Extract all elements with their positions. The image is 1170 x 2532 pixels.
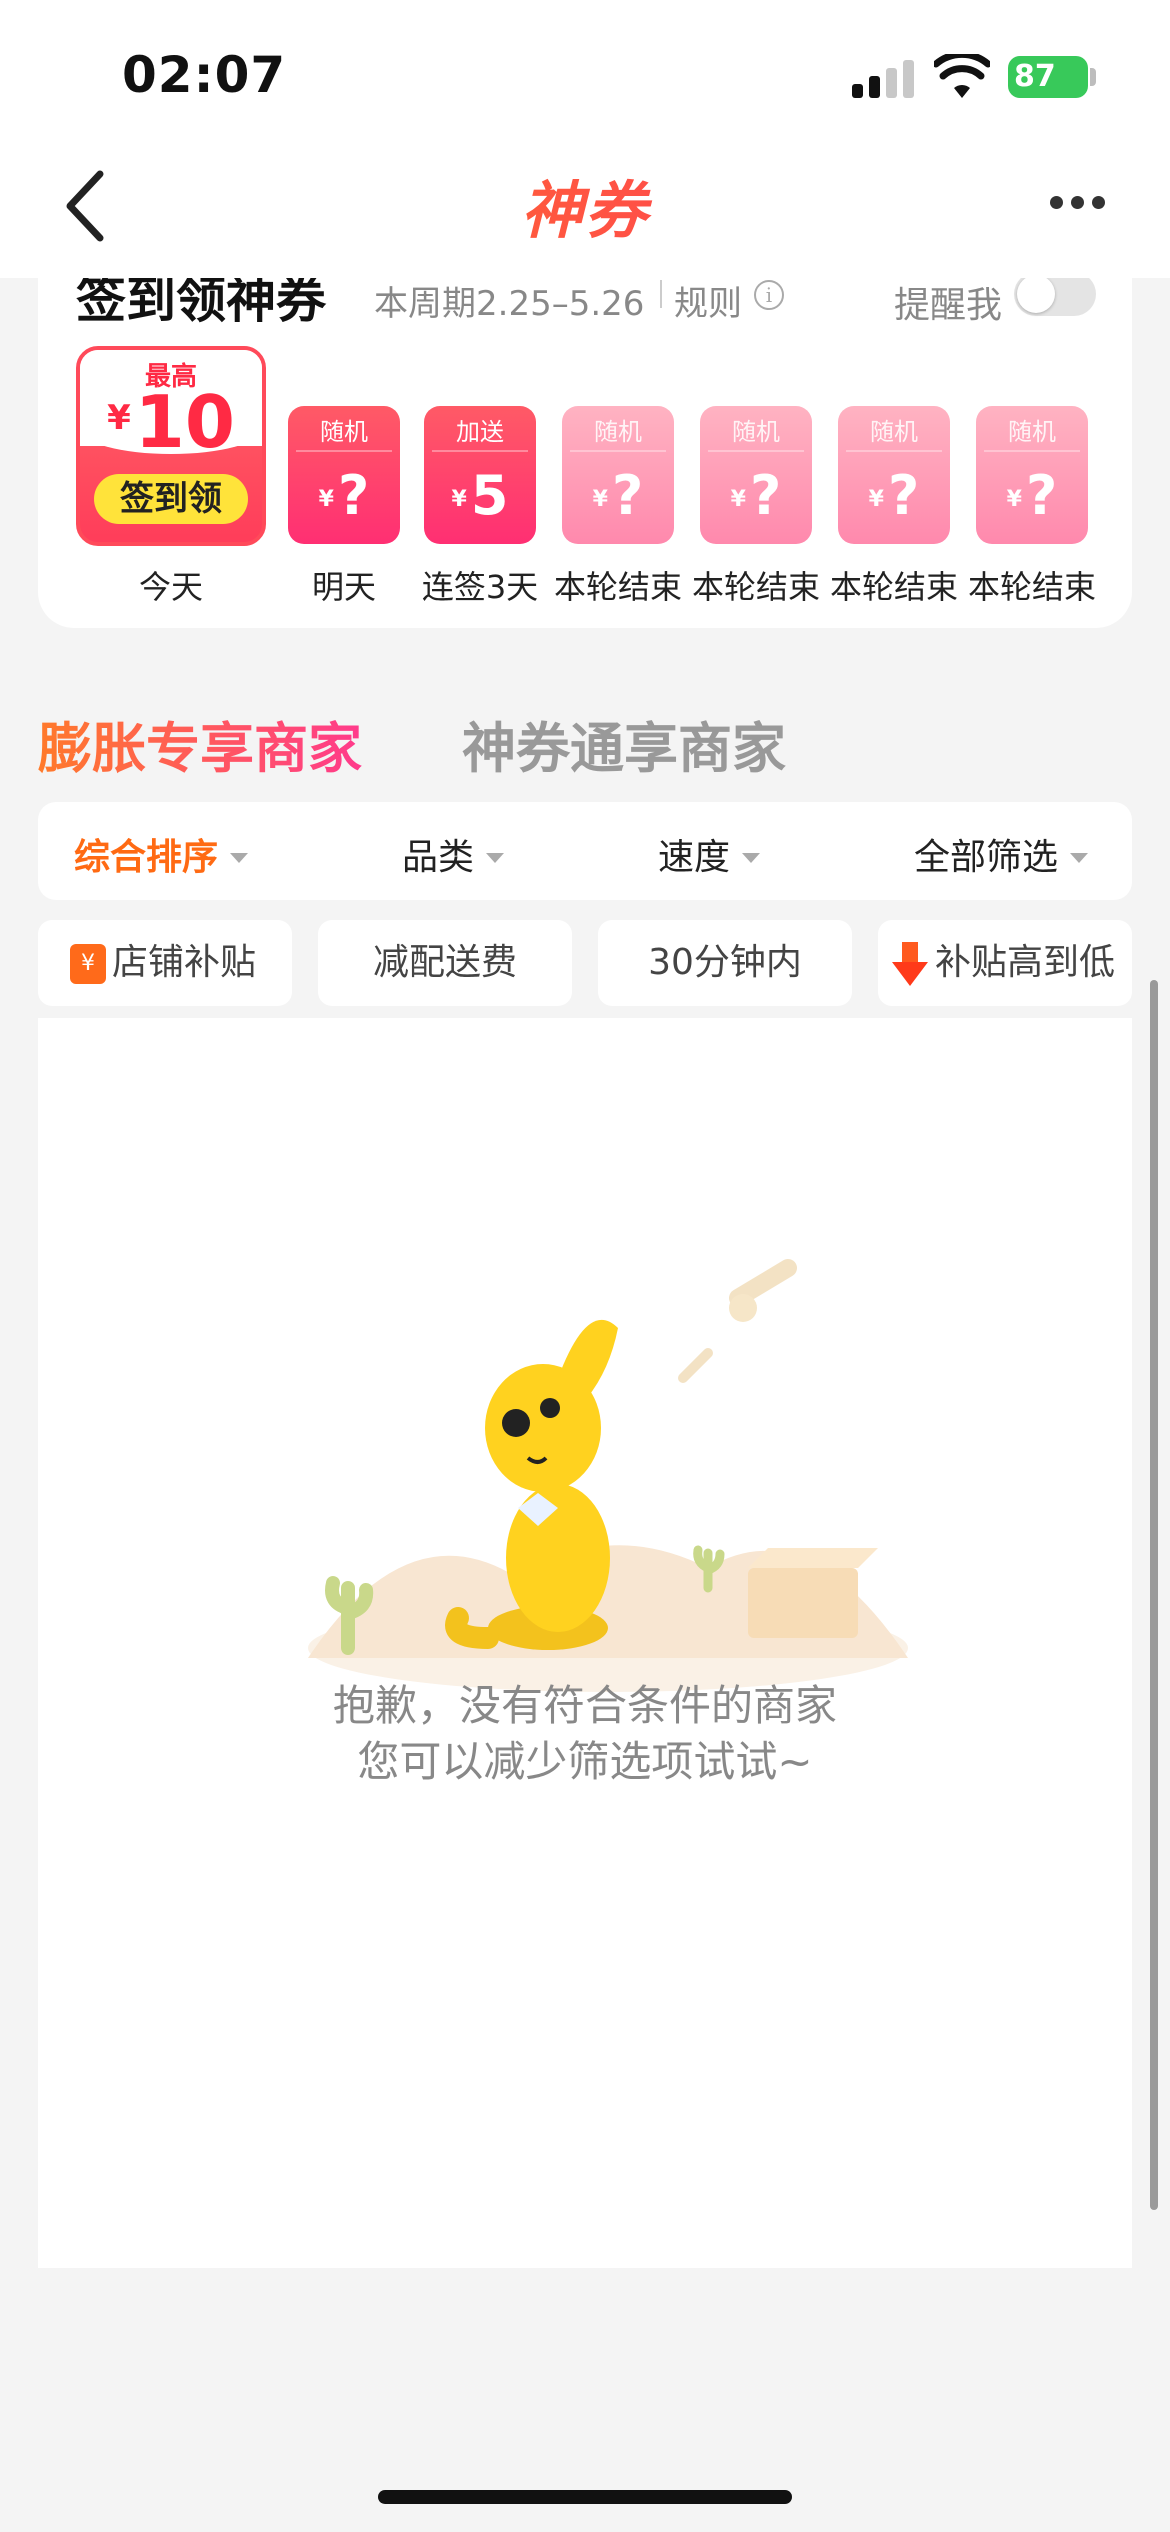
coupon-amount: ? <box>337 464 370 527</box>
day-coupon: 随机 ¥? <box>976 406 1088 544</box>
chip-label: 店铺补贴 <box>111 942 256 983</box>
filter-speed[interactable]: 速度 <box>658 828 761 880</box>
day-coupon: 加送 ¥5 <box>424 406 536 544</box>
coupon-tag: 随机 <box>1008 418 1056 446</box>
coupon-divider <box>570 450 666 452</box>
shop-subsidy-icon: ¥ <box>70 944 106 984</box>
chip-shop-subsidy[interactable]: ¥ 店铺补贴 <box>38 920 292 1006</box>
coupon-value: ¥5 <box>424 464 536 527</box>
filter-bar: 综合排序 品类 速度 全部筛选 <box>38 802 1132 900</box>
filter-sort[interactable]: 综合排序 <box>74 828 249 880</box>
battery-indicator: 87 <box>1008 56 1088 98</box>
coupon-value: ¥? <box>288 464 400 527</box>
chip-30-minutes[interactable]: 30分钟内 <box>598 920 852 1006</box>
remind-toggle[interactable] <box>1014 272 1096 316</box>
chip-reduced-delivery[interactable]: 减配送费 <box>318 920 572 1006</box>
coupon-amount: ? <box>749 464 782 527</box>
remind-label: 提醒我 <box>894 285 1003 326</box>
tab-expanded-merchants[interactable]: 膨胀专享商家 <box>38 704 362 783</box>
more-menu-icon[interactable] <box>1050 196 1106 212</box>
chip-label: 减配送费 <box>372 942 517 983</box>
info-icon[interactable]: i <box>754 280 784 310</box>
chevron-down-icon <box>486 853 505 863</box>
coupon-divider <box>296 450 392 452</box>
coupon-value: ¥? <box>976 464 1088 527</box>
rules-link[interactable]: 规则 <box>674 276 742 325</box>
arrow-down-icon <box>892 942 928 986</box>
today-coupon-value: ¥10 <box>80 380 262 464</box>
today-coupon[interactable]: 最高 ¥10 签到领 <box>76 346 266 546</box>
filter-label: 速度 <box>658 837 731 878</box>
coupon-amount: ? <box>887 464 920 527</box>
coupon-value: ¥? <box>562 464 674 527</box>
coupon-tag: 随机 <box>870 418 918 446</box>
scrollbar[interactable] <box>1150 980 1158 2210</box>
day-label: 明天 <box>311 568 376 606</box>
status-time: 02:07 <box>122 46 287 104</box>
day-label: 本轮结束 <box>553 568 682 606</box>
divider <box>660 280 662 308</box>
day-label: 本轮结束 <box>967 568 1096 606</box>
day-coupon: 随机 ¥? <box>700 406 812 544</box>
page-title: 神券 <box>0 160 1170 250</box>
filter-label: 综合排序 <box>74 837 219 878</box>
day-label: 连签3天 <box>421 568 539 606</box>
currency-symbol: ¥ <box>868 487 884 512</box>
filter-all[interactable]: 全部筛选 <box>914 828 1089 880</box>
day-coupon: 随机 ¥? <box>838 406 950 544</box>
day-label: 本轮结束 <box>691 568 820 606</box>
signin-period: 本周期2.25–5.26 <box>374 284 645 324</box>
today-coupon-amount: 10 <box>134 380 235 464</box>
currency-symbol: ¥ <box>107 398 131 438</box>
coupon-divider <box>846 450 942 452</box>
empty-state-kangaroo-illustration <box>308 1259 908 1692</box>
day-coupon: 随机 ¥? <box>562 406 674 544</box>
filter-label: 全部筛选 <box>914 837 1059 878</box>
currency-symbol: ¥ <box>318 487 334 512</box>
tab-shared-merchants[interactable]: 神券通享商家 <box>462 704 786 783</box>
home-indicator[interactable] <box>378 2490 792 2504</box>
day-coupon: 随机 ¥? <box>288 406 400 544</box>
coupon-divider <box>984 450 1080 452</box>
top-bar: 02:07 87 神券 <box>0 0 1170 278</box>
coupon-tag: 随机 <box>320 418 368 446</box>
coupon-amount: 5 <box>470 464 509 527</box>
coupon-value: ¥? <box>700 464 812 527</box>
coupon-tag: 加送 <box>456 418 504 446</box>
filter-label: 品类 <box>402 837 475 878</box>
signin-button[interactable]: 签到领 <box>94 474 248 524</box>
chip-label: 补贴高到低 <box>934 942 1115 983</box>
coupon-amount: ? <box>611 464 644 527</box>
chevron-down-icon <box>1070 853 1089 863</box>
chevron-down-icon <box>742 853 761 863</box>
coupon-divider <box>708 450 804 452</box>
currency-symbol: ¥ <box>592 487 608 512</box>
empty-state-hint: 您可以减少筛选项试试~ <box>357 1737 813 1786</box>
coupon-amount: ? <box>1025 464 1058 527</box>
coupon-value: ¥? <box>838 464 950 527</box>
day-label-today: 今天 <box>138 568 203 606</box>
currency-symbol: ¥ <box>1006 487 1022 512</box>
coupon-divider <box>432 450 528 452</box>
filter-category[interactable]: 品类 <box>402 828 505 880</box>
empty-state-message: 抱歉，没有符合条件的商家 <box>332 1681 837 1730</box>
chip-label: 30分钟内 <box>648 942 802 983</box>
battery-tip <box>1090 68 1096 86</box>
currency-symbol: ¥ <box>451 487 467 512</box>
chevron-down-icon <box>230 853 249 863</box>
coupon-tag: 随机 <box>594 418 642 446</box>
cellular-signal-icon <box>852 58 916 98</box>
merchant-list: 抱歉，没有符合条件的商家 您可以减少筛选项试试~ <box>38 1018 1132 2268</box>
day-label: 本轮结束 <box>829 568 958 606</box>
currency-symbol: ¥ <box>730 487 746 512</box>
wifi-icon <box>934 54 990 98</box>
coupon-tag: 随机 <box>732 418 780 446</box>
chip-subsidy-high-low[interactable]: 补贴高到低 <box>878 920 1132 1006</box>
